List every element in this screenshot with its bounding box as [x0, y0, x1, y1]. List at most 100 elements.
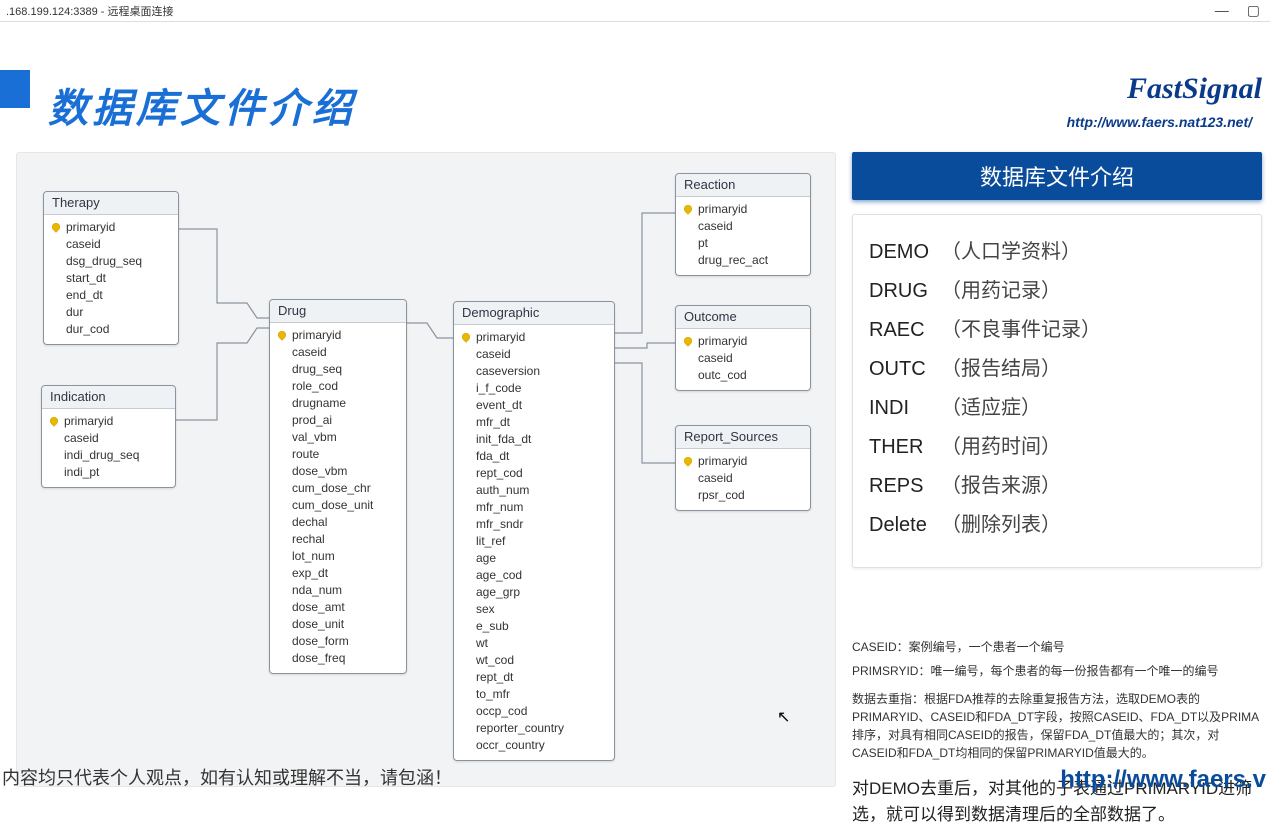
footer-url[interactable]: http://www.faers.v: [1060, 766, 1266, 794]
field-fda_dt: fda_dt: [476, 448, 608, 465]
window-titlebar: .168.199.124:3389 - 远程桌面连接 — ▢: [0, 0, 1270, 22]
file-item-indi: INDI（适应症）: [869, 391, 1245, 420]
field-rpsr_cod: rpsr_cod: [698, 487, 804, 504]
table-header: Therapy: [44, 192, 178, 215]
field-caseid: caseid: [64, 430, 169, 447]
file-item-delete: Delete（删除列表）: [869, 508, 1245, 537]
field-caseversion: caseversion: [476, 363, 608, 380]
slide-content: 数据库文件介绍 FastSignal http://www.faers.nat1…: [0, 22, 1270, 794]
file-key: DEMO: [869, 241, 941, 264]
field-exp_dt: exp_dt: [292, 565, 400, 582]
field-dsg_drug_seq: dsg_drug_seq: [66, 253, 172, 270]
field-caseid: caseid: [292, 344, 400, 361]
field-occp_cod: occp_cod: [476, 703, 608, 720]
footer-disclaimer: 内容均只代表个人观点，如有认知或理解不当，请包涵！: [2, 764, 452, 790]
field-primaryid: primaryid: [698, 453, 804, 470]
file-list-box: DEMO（人口学资料）DRUG（用药记录）RAEC（不良事件记录）OUTC（报告…: [852, 214, 1262, 568]
field-cum_dose_chr: cum_dose_chr: [292, 480, 400, 497]
file-item-drug: DRUG（用药记录）: [869, 274, 1245, 303]
table-reaction: Reaction primaryidcaseidptdrug_rec_act: [675, 173, 811, 276]
table-header: Indication: [42, 386, 175, 409]
field-primaryid: primaryid: [66, 219, 172, 236]
field-drugname: drugname: [292, 395, 400, 412]
file-desc: （报告来源）: [941, 475, 1061, 497]
table-fields: primaryidcaseidindi_drug_seqindi_pt: [42, 409, 175, 487]
field-dur_cod: dur_cod: [66, 321, 172, 338]
field-caseid: caseid: [476, 346, 608, 363]
field-mfr_num: mfr_num: [476, 499, 608, 516]
field-drug_seq: drug_seq: [292, 361, 400, 378]
field-dose_vbm: dose_vbm: [292, 463, 400, 480]
table-drug: Drug primaryidcaseiddrug_seqrole_coddrug…: [269, 299, 407, 674]
brand-url[interactable]: http://www.faers.nat123.net/: [1067, 114, 1252, 130]
file-desc: （不良事件记录）: [941, 319, 1101, 341]
table-header: Demographic: [454, 302, 614, 325]
file-item-ther: THER（用药时间）: [869, 430, 1245, 459]
field-caseid: caseid: [698, 470, 804, 487]
file-desc: （适应症）: [941, 397, 1041, 419]
field-dechal: dechal: [292, 514, 400, 531]
field-sex: sex: [476, 601, 608, 618]
table-therapy: Therapy primaryidcaseiddsg_drug_seqstart…: [43, 191, 179, 345]
note-line: PRIMSRYID：唯一编号，每个患者的每一份报告都有一个唯一的编号: [852, 662, 1262, 680]
field-primaryid: primaryid: [64, 413, 169, 430]
note-line: 数据去重指：根据FDA推荐的去除重复报告方法，选取DEMO表的PRIMARYID…: [852, 690, 1262, 762]
file-key: REPS: [869, 475, 941, 498]
minimize-button[interactable]: —: [1215, 2, 1229, 19]
table-header: Drug: [270, 300, 406, 323]
field-route: route: [292, 446, 400, 463]
mouse-cursor-icon: ↖: [777, 707, 790, 727]
file-desc: （用药时间）: [941, 436, 1061, 458]
window-title: .168.199.124:3389 - 远程桌面连接: [6, 3, 174, 19]
field-i_f_code: i_f_code: [476, 380, 608, 397]
field-age_cod: age_cod: [476, 567, 608, 584]
field-cum_dose_unit: cum_dose_unit: [292, 497, 400, 514]
file-item-reps: REPS（报告来源）: [869, 469, 1245, 498]
field-rechal: rechal: [292, 531, 400, 548]
file-key: DRUG: [869, 280, 941, 303]
field-wt_cod: wt_cod: [476, 652, 608, 669]
field-dose_form: dose_form: [292, 633, 400, 650]
maximize-button[interactable]: ▢: [1247, 2, 1260, 19]
field-mfr_sndr: mfr_sndr: [476, 516, 608, 533]
table-header: Reaction: [676, 174, 810, 197]
file-desc: （用药记录）: [941, 280, 1061, 302]
field-primaryid: primaryid: [698, 201, 804, 218]
file-desc: （报告结局）: [941, 358, 1061, 380]
field-occr_country: occr_country: [476, 737, 608, 754]
field-start_dt: start_dt: [66, 270, 172, 287]
file-desc: （删除列表）: [941, 514, 1061, 536]
file-key: OUTC: [869, 358, 941, 381]
field-dose_unit: dose_unit: [292, 616, 400, 633]
field-dur: dur: [66, 304, 172, 321]
field-wt: wt: [476, 635, 608, 652]
er-diagram: Therapy primaryidcaseiddsg_drug_seqstart…: [16, 152, 836, 787]
file-item-demo: DEMO（人口学资料）: [869, 235, 1245, 264]
field-mfr_dt: mfr_dt: [476, 414, 608, 431]
table-header: Report_Sources: [676, 426, 810, 449]
field-age: age: [476, 550, 608, 567]
field-primaryid: primaryid: [476, 329, 608, 346]
field-primaryid: primaryid: [292, 327, 400, 344]
field-dose_amt: dose_amt: [292, 599, 400, 616]
field-nda_num: nda_num: [292, 582, 400, 599]
table-fields: primaryidcaseidcaseversioni_f_codeevent_…: [454, 325, 614, 760]
table-indication: Indication primaryidcaseidindi_drug_seqi…: [41, 385, 176, 488]
field-outc_cod: outc_cod: [698, 367, 804, 384]
table-fields: primaryidcaseidoutc_cod: [676, 329, 810, 390]
field-prod_ai: prod_ai: [292, 412, 400, 429]
file-item-outc: OUTC（报告结局）: [869, 352, 1245, 381]
field-rept_dt: rept_dt: [476, 669, 608, 686]
field-lit_ref: lit_ref: [476, 533, 608, 550]
field-caseid: caseid: [66, 236, 172, 253]
field-pt: pt: [698, 235, 804, 252]
field-drug_rec_act: drug_rec_act: [698, 252, 804, 269]
field-role_cod: role_cod: [292, 378, 400, 395]
field-indi_pt: indi_pt: [64, 464, 169, 481]
field-rept_cod: rept_cod: [476, 465, 608, 482]
table-fields: primaryidcaseiddrug_seqrole_coddrugnamep…: [270, 323, 406, 673]
table-fields: primaryidcaseidptdrug_rec_act: [676, 197, 810, 275]
field-caseid: caseid: [698, 350, 804, 367]
field-end_dt: end_dt: [66, 287, 172, 304]
field-age_grp: age_grp: [476, 584, 608, 601]
